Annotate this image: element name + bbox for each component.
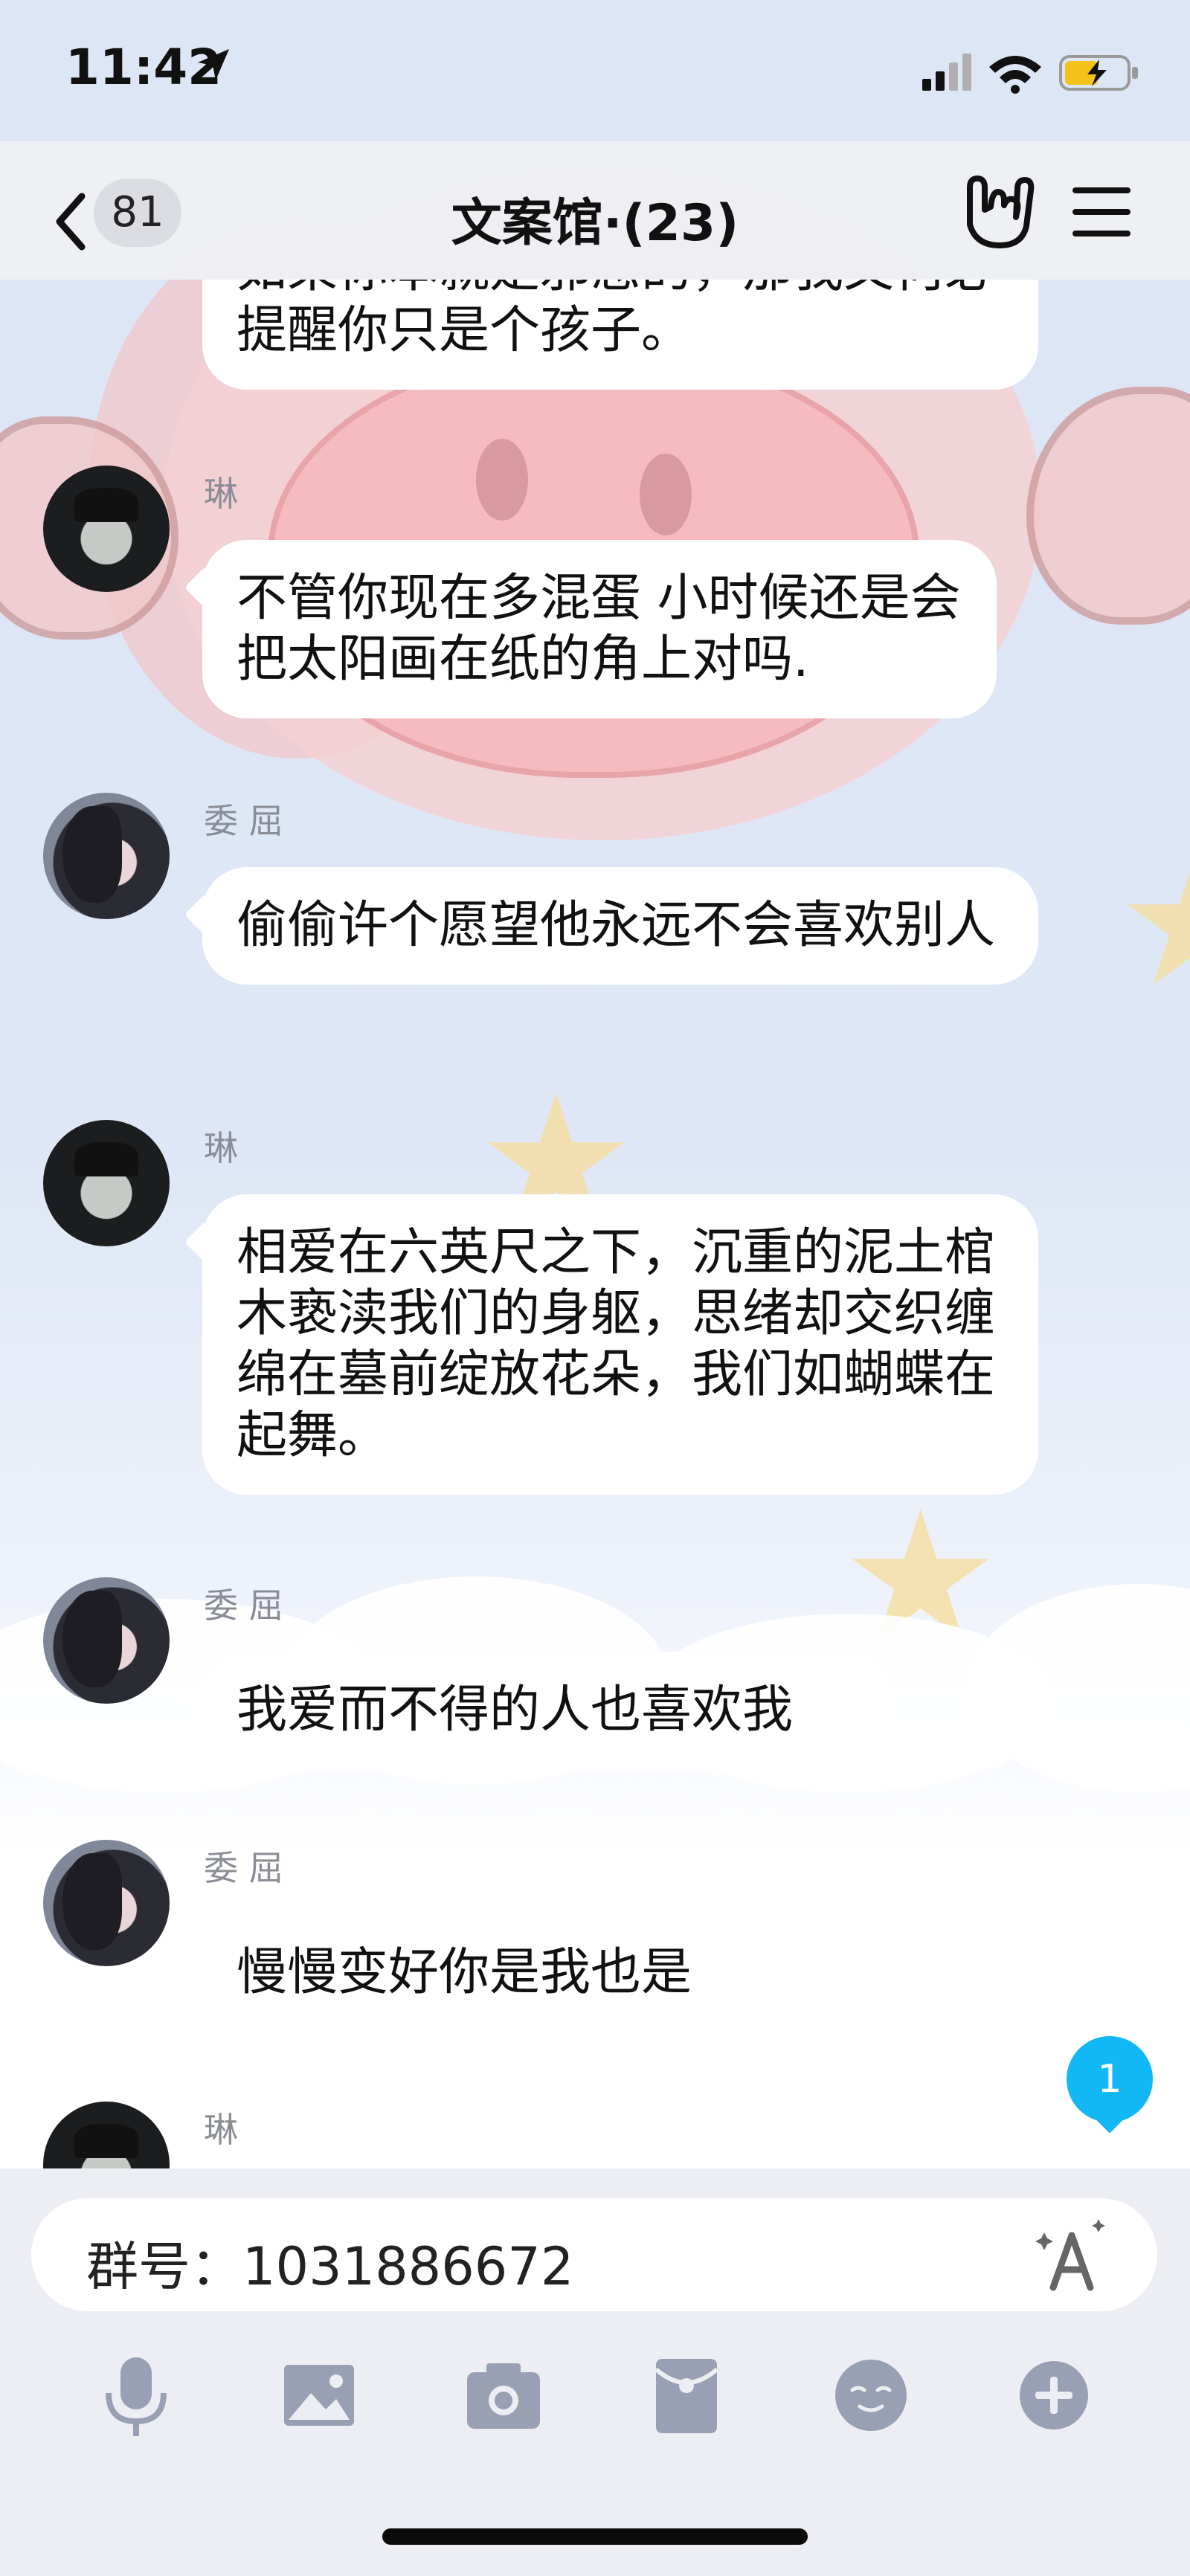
message-list[interactable]: 如果你本就是邪恶的，那我又何必提醒你只是个孩子。 琳 不管你现在多混蛋 小时候还… [0,280,1190,2168]
message-text: 我爱而不得的人也喜欢我 [237,1681,794,1739]
message-text: 不管你现在多混蛋 小时候还是会把太阳画在纸的角上对吗. [237,569,961,689]
message-bubble[interactable]: 不管你现在多混蛋 小时候还是会把太阳画在纸的角上对吗. [202,540,997,718]
message-input-text: 群号：1031886672 [86,2236,574,2297]
status-icons [922,54,1138,94]
sender-name: 琳 [204,2110,238,2150]
home-indicator [382,2528,808,2545]
microphone-icon[interactable] [88,2347,184,2444]
status-bar: 11:42 [0,0,1190,141]
message-bubble[interactable]: 相爱在六英尺之下，沉重的泥土棺木亵渎我们的身躯，思绪却交织缠绵在墓前绽放花朵，我… [202,1194,1038,1495]
message-text: 如果你本就是邪恶的，那我又何必提醒你只是个孩子。 [237,280,995,360]
signal-icon [922,54,971,91]
chat-header: 81 文案馆·(23) [0,141,1190,280]
wifi-icon [989,56,1041,94]
sender-name: 委 屈 [204,801,283,841]
avatar[interactable] [43,1120,170,1246]
message-bubble[interactable]: 偷偷许个愿望他永远不会喜欢别人 [202,867,1038,985]
sender-name: 委 屈 [204,1848,283,1888]
message-text: 慢慢变好你是我也是 [237,1943,692,2002]
plus-icon[interactable] [1006,2347,1102,2444]
avatar[interactable] [43,2102,170,2168]
avatar[interactable] [43,1577,170,1704]
sender-name: 委 屈 [204,1585,283,1626]
message-bubble[interactable]: 我爱而不得的人也喜欢我 [202,1652,894,1769]
message-bubble[interactable]: 如果你本就是邪恶的，那我又何必提醒你只是个孩子。 [202,280,1038,390]
font-style-icon[interactable] [1031,2216,1113,2298]
emoji-icon[interactable] [823,2347,919,2444]
rock-hand-icon[interactable] [955,171,1037,253]
camera-icon[interactable] [455,2347,552,2444]
message-text: 偷偷许个愿望他永远不会喜欢别人 [237,896,996,955]
message-text: 相爱在六英尺之下，沉重的泥土棺木亵渎我们的身躯，思绪却交织缠绵在墓前绽放花朵，我… [237,1223,996,1465]
location-arrow-icon [198,49,229,80]
menu-icon[interactable] [1068,178,1135,245]
image-icon[interactable] [271,2347,367,2444]
avatar[interactable] [43,1840,170,1966]
message-input[interactable]: 群号：1031886672 [31,2198,1157,2311]
avatar[interactable] [43,466,170,592]
input-panel: 群号：1031886672 [0,2168,1190,2576]
message-bubble[interactable]: 慢慢变好你是我也是 [202,1914,782,2032]
sender-name: 琳 [204,1128,238,1168]
sender-name: 琳 [204,474,238,514]
avatar[interactable] [43,793,170,919]
red-packet-icon[interactable] [638,2347,735,2444]
battery-icon [1059,55,1138,91]
new-message-badge[interactable]: 1 [1067,2036,1153,2122]
input-toolbar [0,2347,1190,2444]
